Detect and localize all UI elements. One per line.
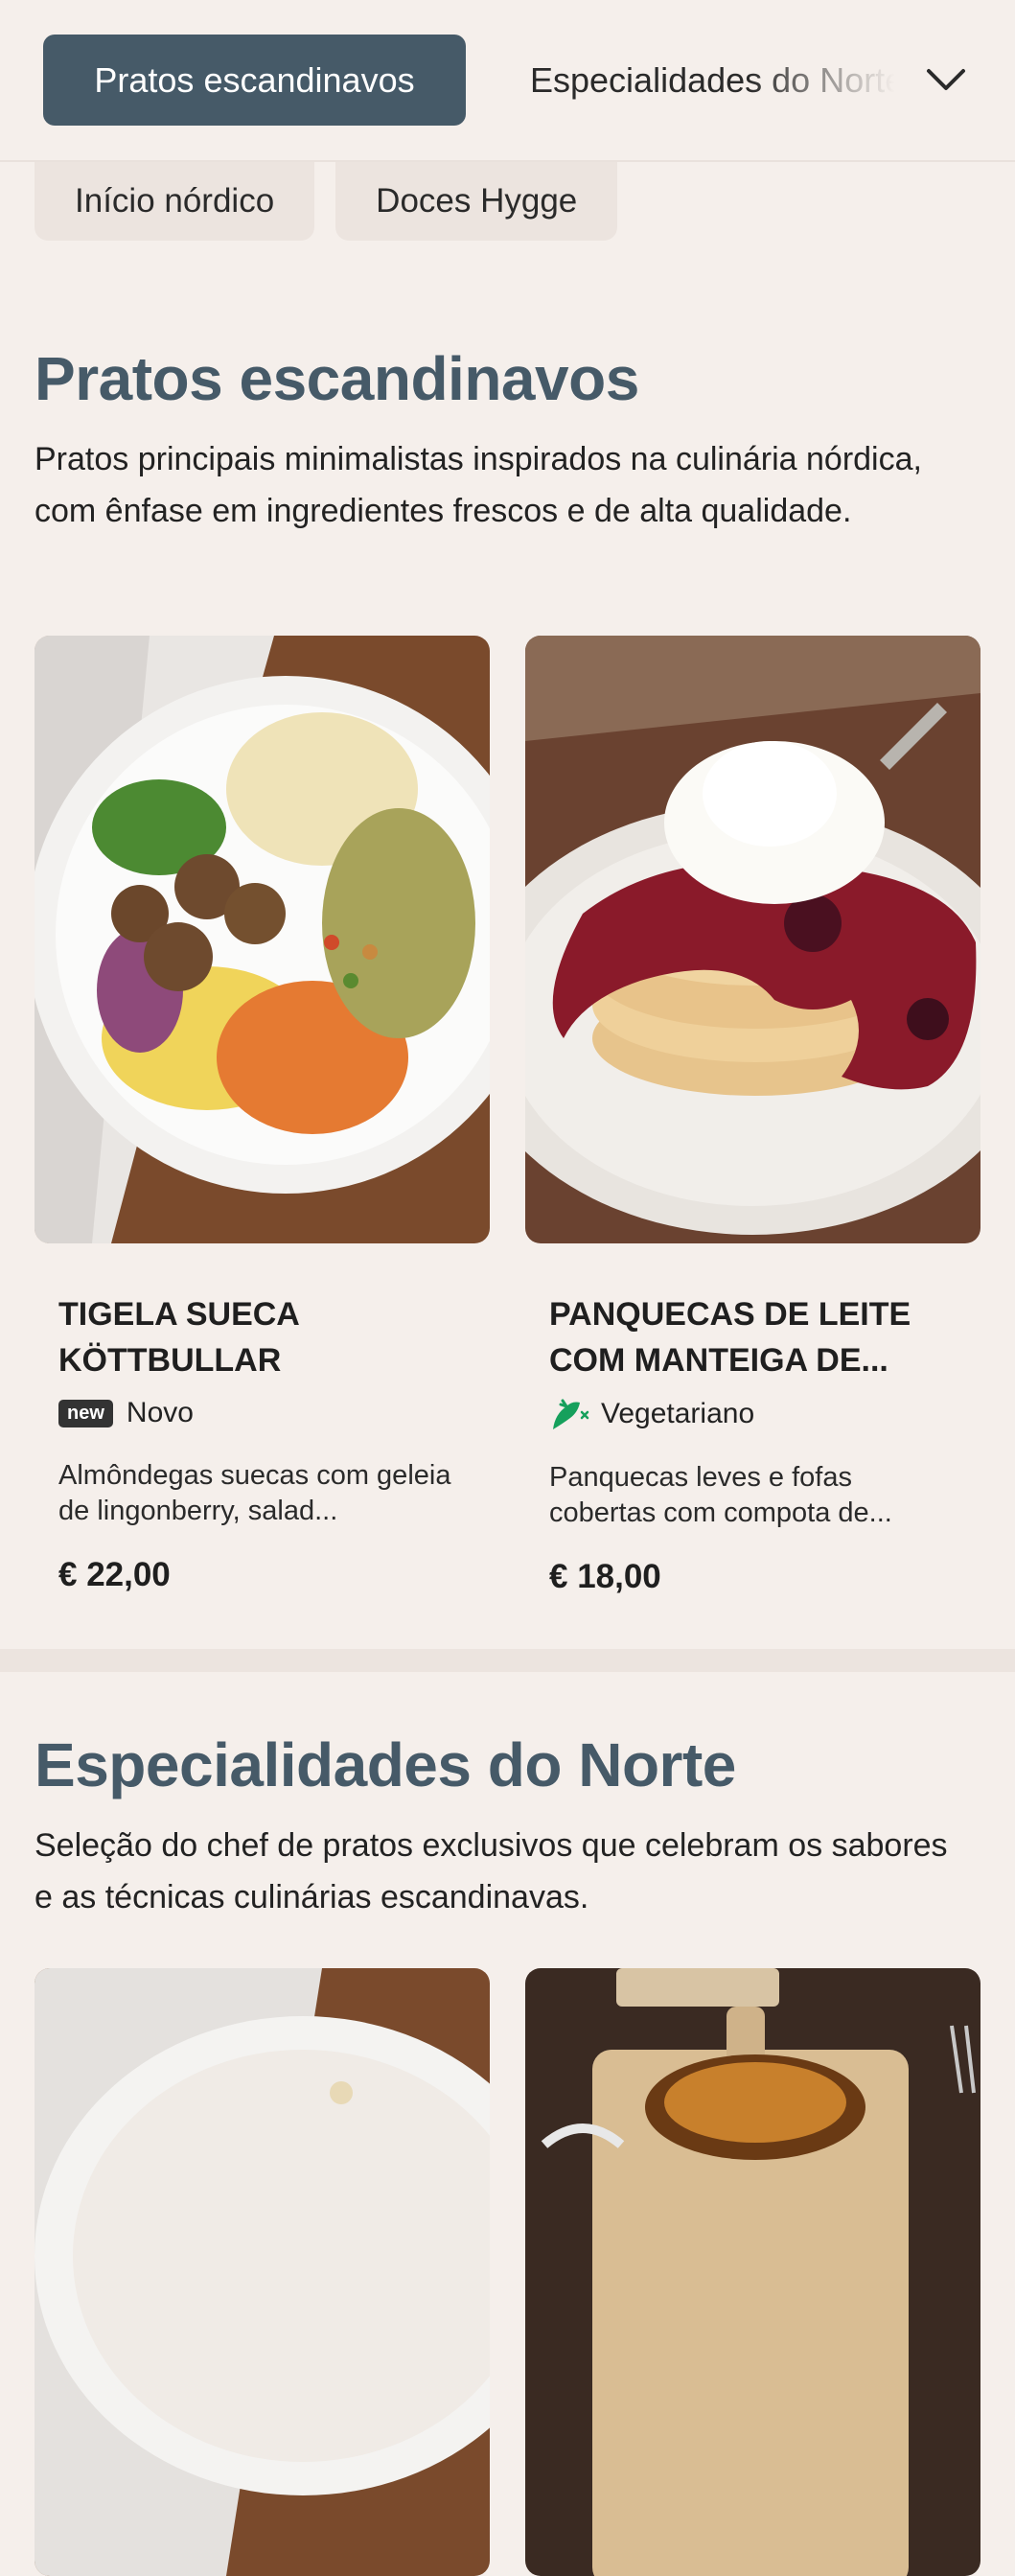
dish-price: € 22,00 <box>58 1556 171 1593</box>
subcategory-chips: Início nórdico Doces Hygge <box>35 162 618 241</box>
category-tab-active[interactable]: Pratos escandinavos <box>43 35 466 126</box>
dish-price: € 18,00 <box>549 1558 661 1595</box>
new-badge-icon: new <box>58 1399 113 1427</box>
tag-label: Vegetariano <box>601 1398 755 1429</box>
chip-inicio-nordico[interactable]: Início nórdico <box>35 162 315 241</box>
section-description: Pratos principais minimalistas inspirado… <box>35 441 922 529</box>
dish-name: TIGELA SUECA KÖTTBULLAR <box>58 1296 299 1379</box>
dish-description: Panquecas leves e fofas cobertas com com… <box>549 1462 892 1528</box>
chevron-down-icon[interactable] <box>925 61 967 100</box>
dish-tag: new Novo <box>58 1397 490 1429</box>
menu-item-card[interactable] <box>35 1968 490 2576</box>
menu-item-card[interactable] <box>525 1968 980 2576</box>
dish-image <box>35 636 490 1243</box>
dish-image <box>35 1968 490 2576</box>
dish-image <box>525 636 980 1243</box>
tag-label: Novo <box>126 1397 194 1428</box>
vegetarian-icon <box>553 1399 589 1429</box>
menu-item-card[interactable]: PANQUECAS DE LEITE COM MANTEIGA DE... Ve… <box>525 636 980 1596</box>
dish-tag: Vegetariano <box>549 1397 980 1431</box>
category-nav: Pratos escandinavos Especialidades do No… <box>0 0 1015 162</box>
section-title: Pratos escandinavos <box>35 344 639 413</box>
chip-doces-hygge[interactable]: Doces Hygge <box>335 162 618 241</box>
section-description: Seleção do chef de pratos exclusivos que… <box>35 1827 948 1915</box>
dish-image <box>525 1968 980 2576</box>
menu-item-card[interactable]: TIGELA SUECA KÖTTBULLAR new Novo Almônde… <box>35 636 490 1594</box>
category-tab-next[interactable]: Especialidades do Norte <box>530 60 894 101</box>
dish-name: PANQUECAS DE LEITE COM MANTEIGA DE... <box>549 1296 911 1379</box>
section-divider <box>0 1649 1015 1672</box>
dish-description: Almôndegas suecas com geleia de lingonbe… <box>58 1460 451 1526</box>
section-title: Especialidades do Norte <box>35 1730 736 1799</box>
